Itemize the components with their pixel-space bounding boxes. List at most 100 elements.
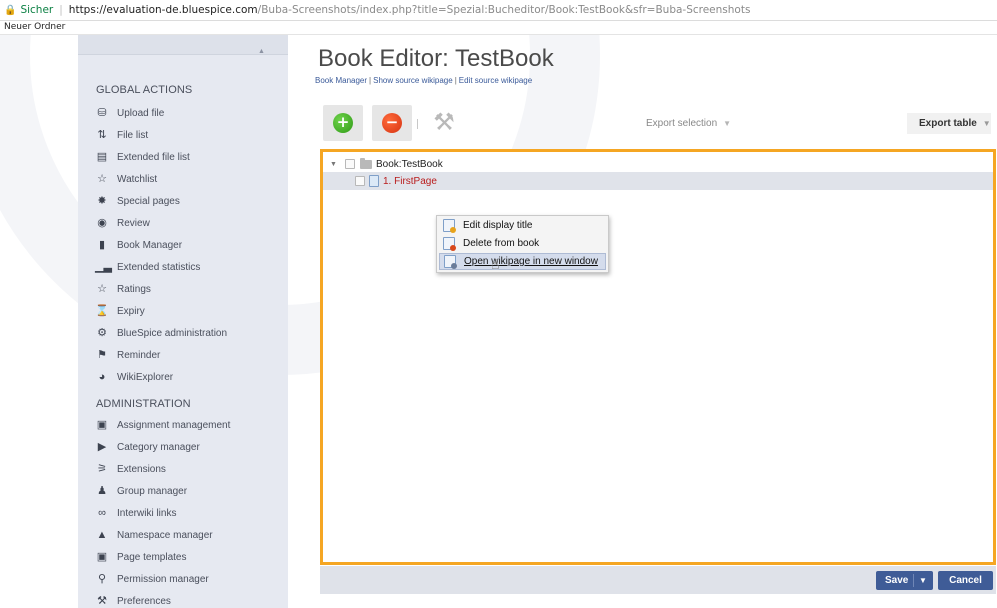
sidebar-item-label: Extended statistics [117, 261, 201, 273]
sidebar-item-bluespice-administration[interactable]: ⚙ BlueSpice administration [95, 324, 227, 342]
sidebar-item-label: Special pages [117, 195, 180, 207]
sidebar-item-ratings[interactable]: ☆ Ratings [95, 280, 151, 298]
sidebar-item-label: BlueSpice administration [117, 327, 228, 339]
list-icon: ▤ [96, 151, 108, 163]
export-selection-label: Export selection [646, 118, 718, 129]
chevron-down-icon: ▼ [982, 119, 991, 128]
sidebar-item-label: Group manager [117, 485, 188, 497]
sidebar-item-reminder[interactable]: ⚑ Reminder [95, 346, 160, 364]
sidebar-item-extended-file-list[interactable]: ▤ Extended file list [95, 148, 190, 166]
sidebar-item-file-list[interactable]: ⇅ File list [95, 126, 148, 144]
sidebar-item-expiry[interactable]: ⌛ Expiry [95, 302, 145, 320]
sidebar-item-label: Upload file [117, 107, 165, 119]
sidebar-item-page-templates[interactable]: ▣ Page templates [95, 548, 187, 566]
url-path[interactable]: /Buba-Screenshots/index.php?title=Spezia… [258, 4, 751, 16]
sidebar-item-upload-file[interactable]: ⛁ Upload file [95, 104, 164, 122]
context-menu: Edit display title Delete from book Open… [436, 215, 609, 273]
expand-arrow-icon[interactable]: ▼ [330, 161, 340, 168]
main-content: Book Editor: TestBook Book Manager | Show … [310, 35, 997, 608]
sidebar-item-label: WikiExplorer [117, 371, 174, 383]
sidebar-item-group-manager[interactable]: ♟ Group manager [95, 482, 187, 500]
sidebar-item-category-manager[interactable]: ▶ Category manager [95, 438, 200, 456]
edit-source-link[interactable]: Edit source wikipage [459, 76, 532, 85]
sidebar-item-label: Extensions [117, 463, 166, 475]
page-node-label[interactable]: 1. FirstPage [383, 176, 437, 187]
split-divider [913, 574, 914, 587]
sidebar-item-extensions[interactable]: ⚞ Extensions [95, 460, 166, 478]
sidebar-item-label: Permission manager [117, 573, 209, 585]
sidebar-item-review[interactable]: ◉ Review [95, 214, 150, 232]
tree-row-book[interactable]: ▼ Book:TestBook [323, 155, 993, 173]
export-table-label: Export table [919, 118, 977, 129]
tag-icon: ▶ [97, 441, 107, 453]
sidebar-item-book-manager[interactable]: ▮ Book Manager [95, 236, 182, 254]
remove-node-button[interactable]: − [372, 105, 412, 141]
sidebar-item-interwiki-links[interactable]: ∞ Interwiki links [95, 504, 176, 522]
save-button[interactable]: Save ▼ [876, 571, 933, 590]
menu-item-delete-from-book[interactable]: Delete from book [439, 235, 606, 252]
sidebar-item-label: Review [117, 217, 150, 229]
eye-icon: ◉ [97, 217, 107, 229]
sidebar-item-label: Watchlist [117, 173, 158, 185]
save-dropdown-icon[interactable]: ▼ [919, 571, 927, 590]
group-icon: ♟ [97, 485, 107, 497]
book-node-label[interactable]: Book:TestBook [376, 159, 443, 170]
sidebar-item-permission-manager[interactable]: ⚲ Permission manager [95, 570, 209, 588]
sidebar-item-preferences[interactable]: ⚒ Preferences [95, 592, 171, 608]
minus-icon: − [382, 113, 402, 133]
sidebar-item-watchlist[interactable]: ☆ Watchlist [95, 170, 157, 188]
tools-button[interactable]: ⚒ [424, 105, 464, 141]
hand-cursor-icon: ☝ [491, 257, 500, 273]
menu-item-open-in-new-window[interactable]: Open wikipage in new window [439, 253, 606, 270]
menu-item-label: Open wikipage in new window [464, 256, 598, 267]
sidebar-item-label: Interwiki links [117, 507, 177, 519]
puzzle-icon: ⚞ [97, 463, 107, 475]
administration-heading: ADMINISTRATION [96, 398, 191, 410]
key-icon: ⚲ [97, 573, 107, 585]
sidebar-item-namespace-manager[interactable]: ▲ Namespace manager [95, 526, 213, 544]
namespace-icon: ▲ [96, 529, 108, 541]
menu-item-label: Edit display title [463, 220, 533, 231]
chart-icon: ▁▃ [95, 261, 112, 273]
book-tree-panel[interactable]: ▼ Book:TestBook 1. FirstPage [320, 149, 996, 565]
sidebar-item-wikiexplorer[interactable]: ◕ WikiExplorer [95, 368, 173, 386]
subnav-links: Book Manager | Show source wikipage | Edit s… [315, 76, 532, 85]
sidebar-item-label: Book Manager [117, 239, 183, 251]
export-selection-button[interactable]: Export selection ▼ [646, 118, 731, 129]
sidebar-item-label: Ratings [117, 283, 151, 295]
show-source-link[interactable]: Show source wikipage [373, 76, 453, 85]
sidebar-item-assignment-management[interactable]: ▣ Assignment management [95, 416, 231, 434]
bookmark-folder[interactable]: Neuer Ordner [4, 22, 65, 32]
export-table-button[interactable]: Export table ▼ [907, 113, 991, 134]
add-node-button[interactable]: + [323, 105, 363, 141]
folder-icon [360, 157, 372, 169]
collapse-up-icon[interactable]: ▲ [258, 48, 265, 55]
bookmarks-bar: Neuer Ordner [0, 21, 997, 35]
flag-icon: ⚑ [97, 349, 107, 361]
page-checkbox[interactable] [355, 176, 365, 186]
star-icon: ☆ [97, 283, 107, 295]
sidebar: ▲ GLOBAL ACTIONS ⛁ Upload file ⇅ File list… [78, 35, 288, 608]
secure-label: Sicher [20, 4, 54, 16]
upload-icon: ⛁ [97, 107, 107, 119]
link-icon: ∞ [98, 507, 106, 519]
globe-icon: ◕ [98, 371, 106, 383]
menu-item-edit-display-title[interactable]: Edit display title [439, 217, 606, 234]
address-bar[interactable]: 🔒 Sicher | https://evaluation-de.bluespi… [0, 0, 997, 21]
sidebar-item-extended-statistics[interactable]: ▁▃ Extended statistics [95, 258, 200, 276]
sidebar-item-label: Category manager [117, 441, 200, 453]
sidebar-item-label: Reminder [117, 349, 161, 361]
open-window-icon [444, 255, 457, 269]
gear-icon: ⚙ [97, 327, 107, 339]
url-host[interactable]: https://evaluation-de.bluespice.com [69, 4, 258, 16]
sidebar-item-label: Expiry [117, 305, 145, 317]
book-manager-link[interactable]: Book Manager [315, 76, 367, 85]
global-actions-heading: GLOBAL ACTIONS [96, 84, 193, 96]
tree-row-page[interactable]: 1. FirstPage [323, 172, 993, 190]
template-icon: ▣ [96, 551, 108, 563]
sidebar-top-bar: ▲ [78, 35, 288, 55]
toolbar-divider [417, 119, 418, 129]
sidebar-item-special-pages[interactable]: ✸ Special pages [95, 192, 180, 210]
book-checkbox[interactable] [345, 159, 355, 169]
cancel-button[interactable]: Cancel [938, 571, 993, 590]
